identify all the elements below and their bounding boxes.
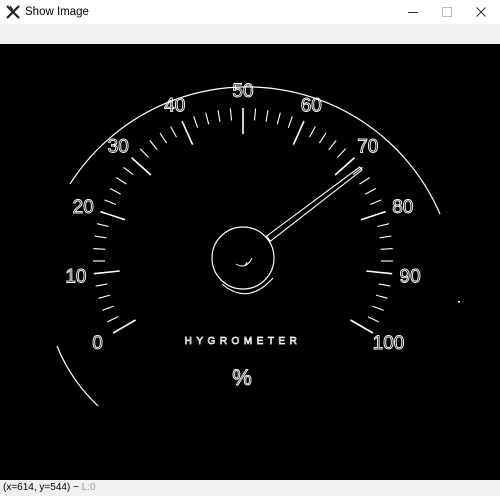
major-tick: [360, 210, 386, 221]
scale-label: 40: [164, 96, 185, 117]
minor-tick: [170, 126, 177, 138]
minor-tick: [253, 108, 257, 121]
scale-label: 50: [232, 81, 253, 102]
noise-dot: [458, 301, 460, 303]
minor-tick: [107, 316, 119, 323]
hygrometer-gauge: 0 10 20 30 40 50 60 70 80 90 100 HYGROMETER %: [56, 81, 460, 407]
minor-tick: [96, 223, 109, 228]
status-readout: (x=614, y=544) ~ L:0: [3, 482, 96, 494]
minor-tick: [380, 248, 393, 250]
scale-label: 30: [108, 137, 129, 158]
x-logo-icon: [6, 5, 20, 19]
minor-tick: [309, 126, 316, 138]
level-readout: L:0: [81, 482, 96, 493]
scale-label: 60: [301, 96, 322, 117]
maximize-icon: [442, 7, 452, 17]
minor-tick: [365, 188, 377, 195]
window-title: Show Image: [25, 6, 89, 18]
scale-label: 100: [373, 333, 405, 354]
minor-tick: [229, 108, 233, 121]
dial-lower-left-arc: [56, 345, 99, 407]
minor-tick: [98, 294, 111, 299]
minor-tick: [104, 199, 117, 206]
needle-pointer: [265, 166, 363, 242]
minor-tick: [265, 110, 269, 122]
minor-tick: [359, 177, 370, 185]
major-tick: [112, 319, 137, 334]
minimize-button[interactable]: [396, 0, 430, 24]
close-button[interactable]: [464, 0, 498, 24]
minimize-icon: [408, 12, 418, 13]
scale-label: 0: [92, 333, 103, 354]
scale-label: 20: [73, 197, 94, 218]
minor-tick: [139, 148, 149, 158]
close-icon: [476, 7, 486, 17]
minor-tick: [94, 235, 107, 239]
status-bar: (x=614, y=544) ~ L:0: [0, 480, 500, 496]
scale-label: 80: [392, 197, 413, 218]
minor-tick: [367, 316, 379, 323]
minor-tick: [369, 199, 382, 206]
minor-tick: [276, 112, 281, 125]
minor-tick: [375, 294, 388, 299]
major-tick: [93, 270, 120, 275]
minor-tick: [217, 110, 221, 122]
minor-tick: [116, 177, 127, 185]
needle-hub: [211, 226, 275, 290]
unit-label: %: [232, 365, 252, 390]
minor-tick: [328, 140, 337, 151]
minor-tick: [378, 283, 391, 287]
minor-tick: [95, 283, 108, 287]
minor-tick: [149, 140, 158, 151]
hub-detail: [235, 257, 253, 267]
minor-tick: [372, 305, 384, 311]
brand-label: HYGROMETER: [185, 336, 302, 347]
major-tick: [349, 319, 374, 334]
major-tick: [181, 120, 194, 146]
maximize-button[interactable]: [430, 0, 464, 24]
minor-tick: [377, 223, 390, 228]
scale-label: 10: [65, 267, 86, 288]
major-tick: [292, 120, 305, 146]
minor-tick: [123, 166, 134, 176]
scale-label: 90: [400, 267, 421, 288]
minor-tick: [102, 305, 114, 311]
minor-tick: [287, 116, 293, 128]
minor-tick: [93, 248, 106, 250]
minor-tick: [379, 235, 392, 239]
major-tick: [130, 157, 152, 176]
minor-tick: [318, 132, 327, 144]
minor-tick: [193, 116, 199, 128]
scale-label: 70: [357, 137, 378, 158]
major-tick: [366, 270, 393, 275]
minor-tick: [205, 112, 210, 125]
title-bar: Show Image: [0, 0, 500, 24]
image-canvas[interactable]: 0 10 20 30 40 50 60 70 80 90 100 HYGROMETER %: [0, 44, 500, 480]
cursor-coords: (x=614, y=544) ~: [3, 482, 79, 493]
toolbar-area: [0, 24, 500, 44]
major-tick: [100, 210, 126, 221]
minor-tick: [109, 188, 121, 195]
minor-tick: [159, 132, 168, 144]
minor-tick: [337, 148, 347, 158]
